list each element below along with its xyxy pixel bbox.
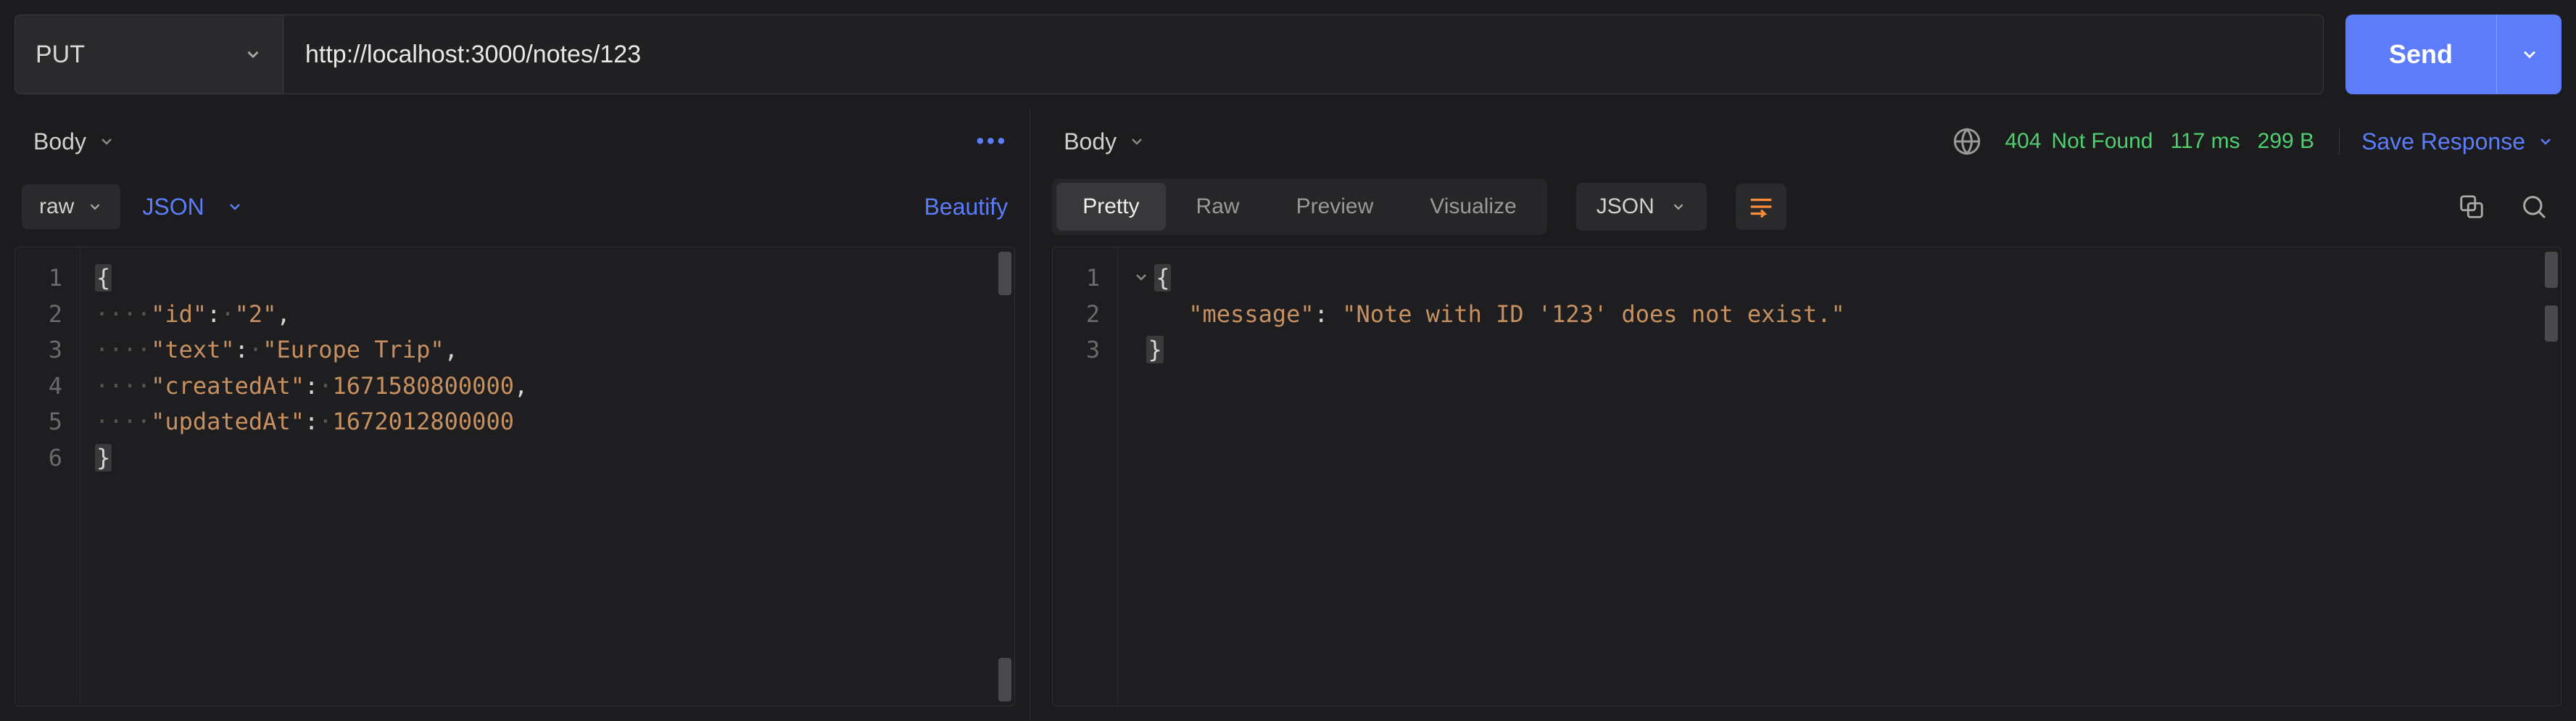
tab-raw[interactable]: Raw [1170, 183, 1266, 231]
response-panel: Body 404 Not Found 117 ms 299 B Save Res… [1030, 109, 2576, 721]
request-panel: Body ••• raw JSON Beautify 123456 { ····… [0, 109, 1030, 721]
response-status: 404 Not Found [2005, 129, 2153, 154]
response-gutter: 123 [1053, 247, 1118, 706]
http-method-select[interactable]: PUT [15, 15, 283, 94]
scrollbar-thumb[interactable] [2545, 252, 2558, 288]
tab-preview[interactable]: Preview [1270, 183, 1400, 231]
scrollbar-thumb[interactable] [2545, 305, 2558, 342]
fold-toggle[interactable] [1132, 268, 1154, 286]
send-button[interactable]: Send [2345, 15, 2496, 94]
tab-body[interactable]: Body [1064, 128, 1146, 155]
response-subrow: Pretty Raw Preview Visualize JSON [1030, 174, 2576, 247]
more-options-icon[interactable]: ••• [977, 129, 1009, 154]
request-tab-row: Body ••• [0, 109, 1030, 174]
copy-button[interactable] [2451, 186, 2492, 227]
request-body-editor[interactable]: 123456 { ····"id":·"2", ····"text":·"Eur… [15, 247, 1015, 706]
request-bar: PUT Send [0, 0, 2576, 109]
response-code: { "message": "Note with ID '123' does no… [1118, 247, 2561, 706]
response-tab-row: Body 404 Not Found 117 ms 299 B Save Res… [1030, 109, 2576, 174]
scrollbar-thumb[interactable] [998, 252, 1011, 295]
chevron-down-icon [1670, 199, 1686, 215]
wrap-lines-button[interactable] [1736, 184, 1786, 230]
request-subrow: raw JSON Beautify [0, 174, 1030, 247]
save-response-button[interactable]: Save Response [2339, 128, 2554, 155]
url-input[interactable] [283, 15, 2324, 94]
http-method-value: PUT [36, 41, 85, 69]
chevron-down-icon [226, 198, 244, 215]
chevron-down-icon [2537, 133, 2554, 150]
scrollbar-thumb[interactable] [998, 658, 1011, 701]
chevron-down-icon [87, 199, 103, 215]
status-code: 404 [2005, 129, 2041, 154]
body-format-value: JSON [142, 194, 204, 221]
chevron-down-icon [244, 45, 262, 64]
tab-body-label: Body [33, 128, 86, 155]
tab-body-label: Body [1064, 128, 1117, 155]
search-icon [2519, 192, 2548, 221]
response-view-tabs: Pretty Raw Preview Visualize [1052, 178, 1547, 235]
response-format-value: JSON [1596, 194, 1654, 219]
request-code[interactable]: { ····"id":·"2", ····"text":·"Europe Tri… [80, 247, 1014, 706]
chevron-down-icon [2519, 44, 2540, 65]
beautify-button[interactable]: Beautify [924, 194, 1009, 221]
send-button-group: Send [2345, 15, 2561, 94]
save-response-label: Save Response [2361, 128, 2525, 155]
copy-icon [2458, 193, 2485, 221]
response-time: 117 ms [2171, 129, 2240, 154]
search-button[interactable] [2514, 186, 2554, 227]
wrap-icon [1747, 193, 1775, 221]
body-format-select[interactable]: JSON [142, 194, 243, 221]
send-dropdown[interactable] [2496, 15, 2561, 94]
response-format-select[interactable]: JSON [1576, 183, 1707, 231]
tab-visualize[interactable]: Visualize [1404, 183, 1543, 231]
tab-body[interactable]: Body [33, 128, 115, 155]
body-type-select[interactable]: raw [22, 184, 120, 229]
body-type-value: raw [39, 194, 74, 219]
status-text: Not Found [2051, 129, 2153, 154]
tab-pretty[interactable]: Pretty [1056, 183, 1165, 231]
request-gutter: 123456 [15, 247, 80, 706]
response-size: 299 B [2258, 129, 2314, 154]
response-body-viewer[interactable]: 123 { "message": "Note with ID '123' doe… [1052, 247, 2561, 706]
chevron-down-icon [1128, 133, 1146, 150]
globe-icon[interactable] [1947, 121, 1987, 162]
chevron-down-icon [98, 133, 115, 150]
